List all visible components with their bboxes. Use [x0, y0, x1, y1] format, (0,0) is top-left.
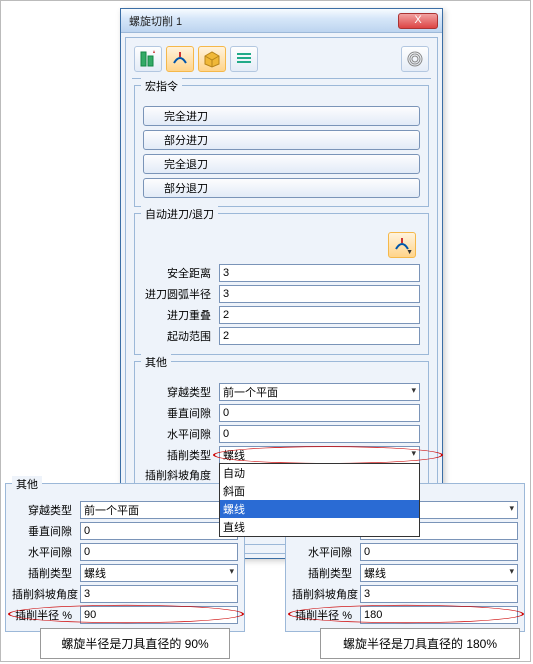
tool-icon-2[interactable]	[166, 46, 194, 72]
plunge-option-ramp[interactable]: 斜面	[220, 482, 419, 500]
start-range-label: 起动范围	[143, 328, 215, 344]
pb-hgap[interactable]	[360, 543, 518, 561]
overlap-input[interactable]	[219, 306, 420, 324]
pb-radius-pct[interactable]	[360, 606, 518, 624]
auto-fieldset: 自动进刀/退刀 ▼ 安全距离 进刀圆弧半径 进刀重叠 起动范围	[134, 213, 429, 355]
macro-partial-out-button[interactable]: 部分退刀	[143, 178, 420, 198]
pa-vgap[interactable]	[80, 522, 238, 540]
caption-left: 螺旋半径是刀具直径的 90%	[40, 628, 230, 659]
plunge-option-auto[interactable]: 自动	[220, 464, 419, 482]
tool-icon-spiral[interactable]	[401, 46, 429, 72]
arc-radius-label: 进刀圆弧半径	[143, 286, 215, 302]
panel-a: 其他 穿越类型 前一个平面 垂直间隙 水平间隙 插削类型 螺线 插削斜坡角度 插…	[5, 483, 245, 632]
toolbar	[132, 44, 431, 79]
pa-radius-pct[interactable]	[80, 606, 238, 624]
dialog-title: 螺旋切削 1	[129, 13, 398, 29]
macros-fieldset: 宏指令 完全进刀 部分进刀 完全退刀 部分退刀	[134, 85, 429, 207]
plunge-option-helix[interactable]: 螺线	[220, 500, 419, 518]
ramp-angle-label: 插削斜坡角度	[143, 467, 215, 483]
dropdown-arrow-icon: ▼	[406, 249, 413, 256]
other-legend: 其他	[141, 354, 171, 370]
v-gap-label: 垂直间隙	[143, 405, 215, 421]
start-range-input[interactable]	[219, 327, 420, 345]
macro-full-in-button[interactable]: 完全进刀	[143, 106, 420, 126]
macros-legend: 宏指令	[141, 78, 182, 94]
close-button[interactable]: X	[398, 13, 438, 29]
macro-partial-in-button[interactable]: 部分进刀	[143, 130, 420, 150]
cross-type-label: 穿越类型	[143, 384, 215, 400]
arc-radius-input[interactable]	[219, 285, 420, 303]
plunge-option-line[interactable]: 直线	[220, 518, 419, 536]
safe-distance-input[interactable]	[219, 264, 420, 282]
pb-ramp[interactable]	[360, 585, 518, 603]
overlap-label: 进刀重叠	[143, 307, 215, 323]
pa-hgap[interactable]	[80, 543, 238, 561]
auto-legend: 自动进刀/退刀	[141, 206, 218, 222]
plunge-type-select[interactable]: 螺线	[219, 446, 420, 464]
macro-full-out-button[interactable]: 完全退刀	[143, 154, 420, 174]
dialog: 螺旋切削 1 X 宏指令 完全进刀 部分进刀 完全退刀	[120, 8, 443, 559]
tool-icon-3[interactable]	[198, 46, 226, 72]
pa-cross-type[interactable]: 前一个平面	[80, 501, 238, 519]
pb-plunge[interactable]: 螺线	[360, 564, 518, 582]
plunge-type-label: 插削类型	[143, 447, 215, 463]
panel-a-legend: 其他	[12, 476, 42, 492]
pa-ramp[interactable]	[80, 585, 238, 603]
tool-icon-4[interactable]	[230, 46, 258, 72]
v-gap-input[interactable]	[219, 404, 420, 422]
auto-icon-button[interactable]: ▼	[388, 232, 416, 258]
safe-distance-label: 安全距离	[143, 265, 215, 281]
titlebar: 螺旋切削 1 X	[121, 9, 442, 33]
plunge-type-dropdown: 自动 斜面 螺线 直线	[219, 463, 420, 537]
h-gap-input[interactable]	[219, 425, 420, 443]
caption-right: 螺旋半径是刀具直径的 180%	[320, 628, 520, 659]
h-gap-label: 水平间隙	[143, 426, 215, 442]
pa-plunge[interactable]: 螺线	[80, 564, 238, 582]
cross-type-select[interactable]: 前一个平面	[219, 383, 420, 401]
tool-icon-1[interactable]	[134, 46, 162, 72]
